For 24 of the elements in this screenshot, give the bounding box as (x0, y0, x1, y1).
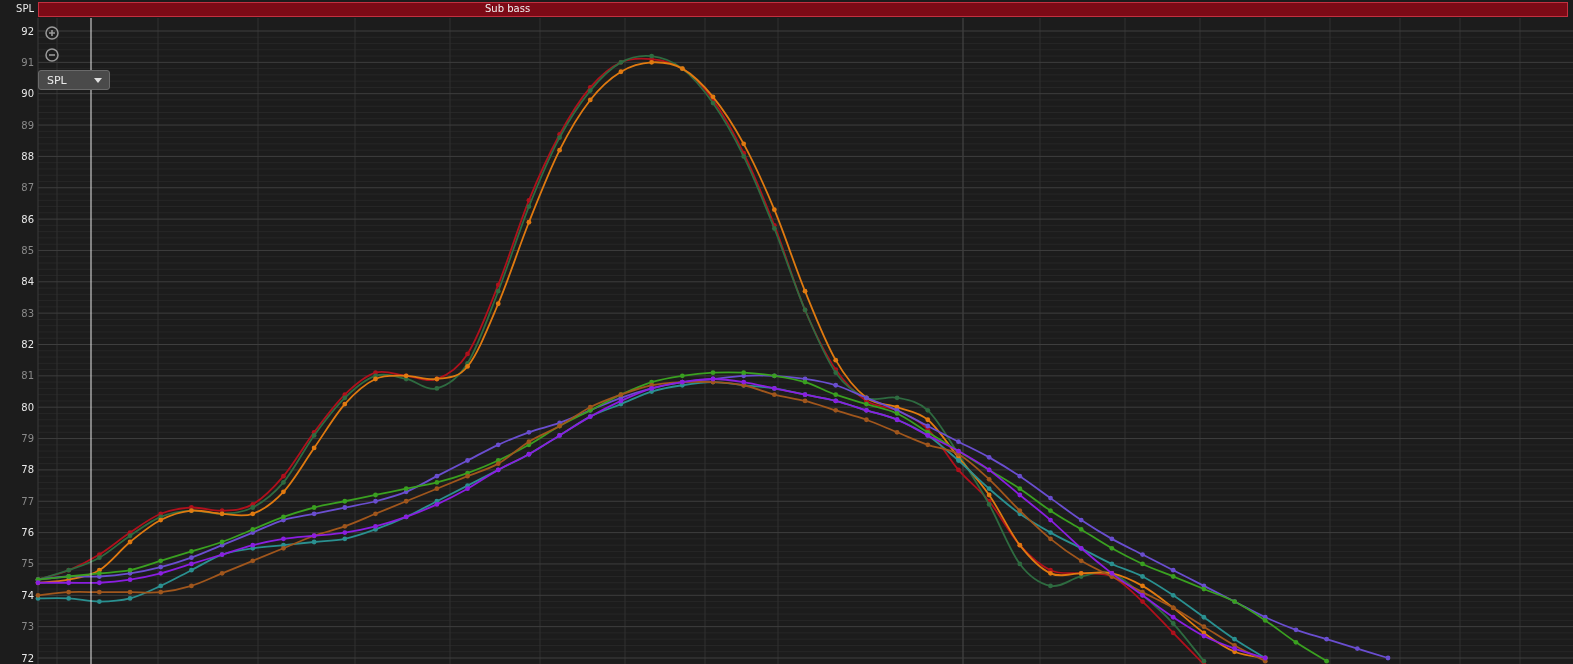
axis-tick-label: 73 (21, 621, 34, 633)
axis-tick-label: 79 (21, 433, 34, 445)
measure-dropdown[interactable]: SPL (38, 70, 110, 90)
axis-tick-label: 74 (21, 589, 34, 601)
axis-tick-label: 77 (21, 495, 34, 507)
axis-tick-label: 80 (21, 401, 34, 413)
axis-tick-label: 87 (21, 182, 34, 194)
axis-tick-label: 91 (21, 56, 34, 68)
axis-tick-label: 92 (21, 25, 34, 37)
band-label: Sub bass (485, 3, 531, 15)
axis-tick-label: 82 (21, 339, 34, 350)
axis-tick-label: 88 (21, 150, 34, 162)
axis-tick-label: 83 (21, 307, 34, 319)
axis-tick-label: 78 (21, 464, 34, 476)
axis-tick-label: 75 (21, 558, 34, 570)
axis-tick-label: 72 (21, 652, 34, 664)
axis-tick-label: 84 (21, 276, 34, 288)
axis-tick-label: 86 (21, 213, 34, 225)
axis-tick-label: 81 (21, 370, 34, 382)
axis-tick-label: 89 (21, 119, 34, 131)
axis-tick-label: 76 (21, 527, 34, 539)
axis-tick-label: 90 (21, 88, 34, 100)
axis-title: SPL (16, 3, 34, 15)
axis-tick-label: 85 (21, 244, 34, 256)
